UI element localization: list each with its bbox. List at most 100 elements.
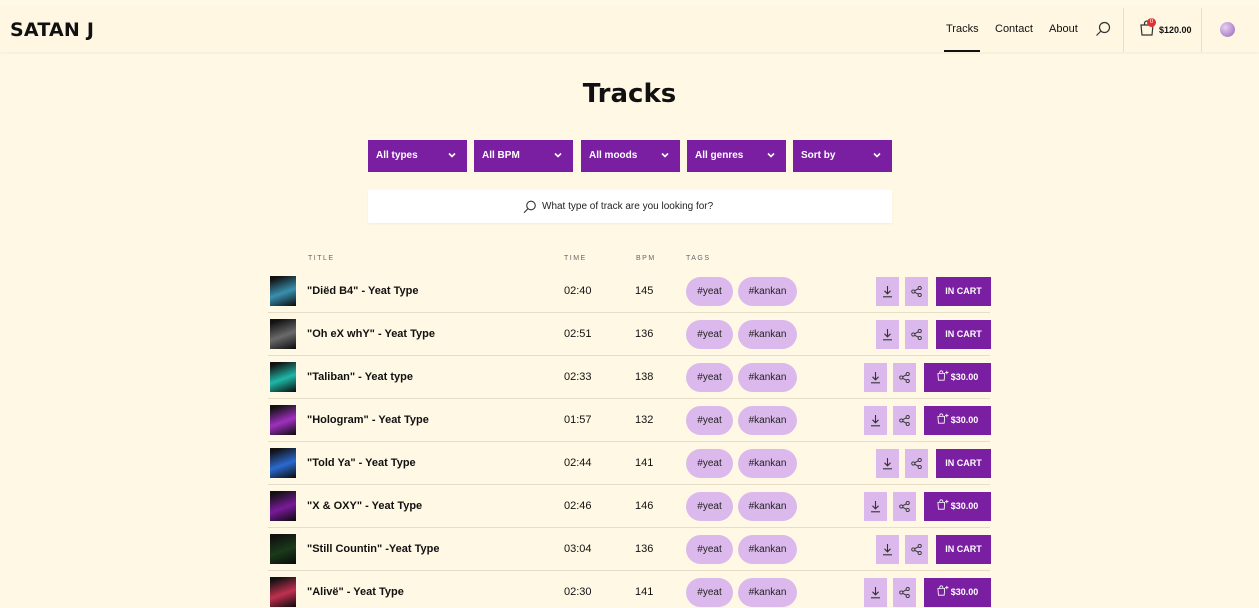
- track-title[interactable]: "Told Ya" - Yeat Type: [307, 457, 416, 469]
- share-button[interactable]: [893, 492, 916, 521]
- track-title[interactable]: "Oh eX whY" - Yeat Type: [307, 328, 435, 340]
- tag-chip[interactable]: #kankan: [738, 449, 797, 478]
- download-icon: [883, 544, 892, 556]
- track-title[interactable]: "Alivë" - Yeat Type: [307, 586, 404, 598]
- filter-bpm[interactable]: All BPM: [474, 140, 573, 172]
- track-title[interactable]: "Still Countin" -Yeat Type: [307, 543, 439, 555]
- tag-chip[interactable]: #kankan: [738, 492, 797, 521]
- track-row[interactable]: "Hologram" - Yeat Type 01:57 132 #yeat #…: [268, 399, 991, 442]
- search-icon: [523, 200, 536, 214]
- track-cover[interactable]: [270, 276, 296, 306]
- in-cart-button[interactable]: IN CART: [936, 320, 991, 349]
- track-row[interactable]: "Taliban" - Yeat type 02:33 138 #yeat #k…: [268, 356, 991, 399]
- filter-moods[interactable]: All moods: [581, 140, 680, 172]
- filter-types[interactable]: All types: [368, 140, 467, 172]
- track-cover[interactable]: [270, 405, 296, 435]
- tag-chip[interactable]: #yeat: [686, 277, 733, 306]
- column-title: TITLE: [308, 255, 335, 262]
- share-icon: [899, 414, 910, 427]
- track-time: 02:44: [564, 457, 592, 469]
- track-cover[interactable]: [270, 362, 296, 392]
- track-title[interactable]: "X & OXY" - Yeat Type: [307, 500, 422, 512]
- track-search-input[interactable]: What type of track are you looking for?: [368, 190, 892, 223]
- download-button[interactable]: [876, 277, 899, 306]
- track-row[interactable]: "Oh eX whY" - Yeat Type 02:51 136 #yeat …: [268, 313, 991, 356]
- add-to-cart-button[interactable]: $30.00: [924, 492, 991, 521]
- brand-logo[interactable]: SATAN J: [10, 19, 94, 41]
- share-button[interactable]: [905, 320, 928, 349]
- track-bpm: 138: [635, 371, 654, 383]
- filter-sort[interactable]: Sort by: [793, 140, 892, 172]
- track-cover[interactable]: [270, 491, 296, 521]
- track-title[interactable]: "Diëd B4" - Yeat Type: [307, 285, 419, 297]
- download-button[interactable]: [864, 578, 887, 607]
- download-icon: [871, 501, 880, 513]
- tag-chip[interactable]: #kankan: [738, 578, 797, 607]
- share-button[interactable]: [905, 449, 928, 478]
- download-icon: [883, 286, 892, 298]
- in-cart-button[interactable]: IN CART: [936, 535, 991, 564]
- track-time: 03:04: [564, 543, 592, 555]
- add-to-cart-button[interactable]: $30.00: [924, 406, 991, 435]
- tag-chip[interactable]: #kankan: [738, 535, 797, 564]
- download-icon: [871, 372, 880, 384]
- add-to-cart-icon: [937, 370, 949, 381]
- search-icon[interactable]: [1095, 21, 1111, 37]
- share-icon: [899, 371, 910, 384]
- cart-total[interactable]: $120.00: [1159, 25, 1192, 35]
- track-cover[interactable]: [270, 577, 296, 607]
- share-button[interactable]: [905, 535, 928, 564]
- track-cover[interactable]: [270, 319, 296, 349]
- nav-tracks[interactable]: Tracks: [946, 23, 979, 35]
- download-button[interactable]: [864, 406, 887, 435]
- track-time: 02:30: [564, 586, 592, 598]
- track-bpm: 141: [635, 586, 654, 598]
- share-button[interactable]: [893, 363, 916, 392]
- download-button[interactable]: [876, 535, 899, 564]
- download-button[interactable]: [864, 363, 887, 392]
- track-title[interactable]: "Hologram" - Yeat Type: [307, 414, 429, 426]
- tag-chip[interactable]: #kankan: [738, 363, 797, 392]
- add-to-cart-icon: [937, 585, 949, 596]
- chevron-down-icon: [554, 152, 562, 158]
- download-icon: [883, 329, 892, 341]
- tag-chip[interactable]: #kankan: [738, 277, 797, 306]
- tag-chip[interactable]: #yeat: [686, 535, 733, 564]
- download-button[interactable]: [864, 492, 887, 521]
- share-button[interactable]: [893, 578, 916, 607]
- track-row[interactable]: "Told Ya" - Yeat Type 02:44 141 #yeat #k…: [268, 442, 991, 485]
- download-button[interactable]: [876, 449, 899, 478]
- header-divider: [1123, 8, 1124, 52]
- share-button[interactable]: [905, 277, 928, 306]
- nav-contact[interactable]: Contact: [995, 23, 1033, 35]
- track-title[interactable]: "Taliban" - Yeat type: [307, 371, 413, 383]
- track-time: 02:40: [564, 285, 592, 297]
- share-button[interactable]: [893, 406, 916, 435]
- add-to-cart-button[interactable]: $30.00: [924, 363, 991, 392]
- track-row[interactable]: "X & OXY" - Yeat Type 02:46 146 #yeat #k…: [268, 485, 991, 528]
- filter-genres[interactable]: All genres: [687, 140, 786, 172]
- tag-chip[interactable]: #kankan: [738, 406, 797, 435]
- in-cart-button[interactable]: IN CART: [936, 277, 991, 306]
- price-label: $30.00: [950, 587, 979, 597]
- track-cover[interactable]: [270, 448, 296, 478]
- tag-chip[interactable]: #yeat: [686, 449, 733, 478]
- chevron-down-icon: [767, 152, 775, 158]
- track-row[interactable]: "Alivë" - Yeat Type 02:30 141 #yeat #kan…: [268, 571, 991, 608]
- share-icon: [911, 328, 922, 341]
- track-row[interactable]: "Diëd B4" - Yeat Type 02:40 145 #yeat #k…: [268, 270, 991, 313]
- in-cart-button[interactable]: IN CART: [936, 449, 991, 478]
- add-to-cart-button[interactable]: $30.00: [924, 578, 991, 607]
- track-cover[interactable]: [270, 534, 296, 564]
- avatar[interactable]: [1220, 22, 1235, 37]
- share-icon: [899, 500, 910, 513]
- tag-chip[interactable]: #yeat: [686, 363, 733, 392]
- tag-chip[interactable]: #yeat: [686, 578, 733, 607]
- tag-chip[interactable]: #yeat: [686, 406, 733, 435]
- download-button[interactable]: [876, 320, 899, 349]
- tag-chip[interactable]: #yeat: [686, 320, 733, 349]
- nav-about[interactable]: About: [1049, 23, 1078, 35]
- tag-chip[interactable]: #yeat: [686, 492, 733, 521]
- track-row[interactable]: "Still Countin" -Yeat Type 03:04 136 #ye…: [268, 528, 991, 571]
- tag-chip[interactable]: #kankan: [738, 320, 797, 349]
